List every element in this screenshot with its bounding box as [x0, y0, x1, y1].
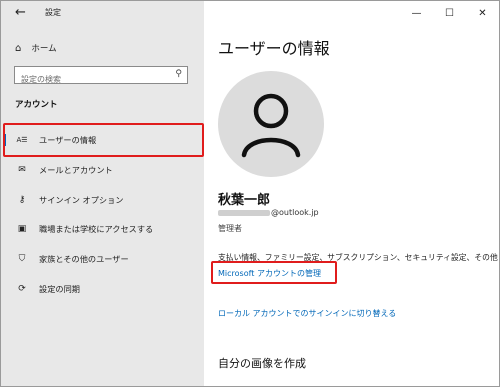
- window-controls: — ☐ ✕: [400, 1, 499, 25]
- user-role: 管理者: [218, 224, 242, 233]
- person-icon: [241, 93, 301, 158]
- highlight-box-user-info: [3, 123, 204, 157]
- email-suffix: @outlook.jp: [271, 208, 319, 217]
- sidebar-item-family-users[interactable]: ⛉ 家族とその他のユーザー: [1, 249, 204, 269]
- sidebar-item-mail-accounts[interactable]: ✉ メールとアカウント: [1, 160, 204, 180]
- sidebar-item-label: 職場または学校にアクセスする: [39, 224, 154, 234]
- maximize-button[interactable]: ☐: [433, 1, 466, 25]
- minimize-button[interactable]: —: [400, 1, 433, 25]
- sidebar: ← 設定 ⌂ ホーム ⚲ アカウント A☰ ユーザーの情報 ✉ メールとアカウン…: [1, 1, 204, 386]
- search-icon[interactable]: ⚲: [175, 69, 182, 79]
- briefcase-icon: ▣: [17, 224, 27, 234]
- close-button[interactable]: ✕: [466, 1, 499, 25]
- key-icon: ⚷: [18, 195, 26, 205]
- search-input[interactable]: [15, 71, 172, 88]
- sidebar-item-signin-options[interactable]: ⚷ サインイン オプション: [1, 190, 204, 210]
- sidebar-item-sync[interactable]: ⟳ 設定の同期: [1, 279, 204, 299]
- title-bar: ← 設定: [1, 1, 204, 27]
- window-title: 設定: [45, 8, 61, 17]
- search-box[interactable]: ⚲: [14, 66, 188, 88]
- avatar[interactable]: [218, 71, 324, 177]
- person-add-icon: ⛉: [18, 254, 26, 264]
- home-icon: ⌂: [15, 42, 22, 54]
- sidebar-item-label: メールとアカウント: [39, 165, 113, 175]
- main-content: — ☐ ✕ ユーザーの情報 秋葉一郎 @outlook.jp 管理者 支払い情報…: [204, 1, 499, 386]
- user-name: 秋葉一郎: [218, 193, 271, 208]
- sidebar-item-work-school[interactable]: ▣ 職場または学校にアクセスする: [1, 219, 204, 239]
- mail-icon: ✉: [18, 165, 26, 175]
- sidebar-item-label: 家族とその他のユーザー: [39, 254, 129, 264]
- sidebar-item-label: 設定の同期: [39, 284, 80, 294]
- sidebar-item-label: サインイン オプション: [39, 195, 124, 205]
- sync-icon: ⟳: [18, 284, 26, 294]
- home-link[interactable]: ⌂ ホーム: [15, 42, 57, 55]
- create-picture-heading: 自分の画像を作成: [218, 357, 306, 370]
- email-redacted: [218, 209, 270, 216]
- switch-to-local-account-link[interactable]: ローカル アカウントでのサインインに切り替える: [218, 308, 396, 319]
- highlight-box-manage-link: [211, 261, 337, 284]
- settings-window: ← 設定 ⌂ ホーム ⚲ アカウント A☰ ユーザーの情報 ✉ メールとアカウン…: [0, 0, 500, 387]
- back-arrow-icon[interactable]: ←: [15, 5, 26, 20]
- page-title: ユーザーの情報: [218, 39, 330, 58]
- user-email: @outlook.jp: [218, 208, 319, 217]
- home-label: ホーム: [31, 44, 57, 54]
- section-title-account: アカウント: [15, 100, 58, 110]
